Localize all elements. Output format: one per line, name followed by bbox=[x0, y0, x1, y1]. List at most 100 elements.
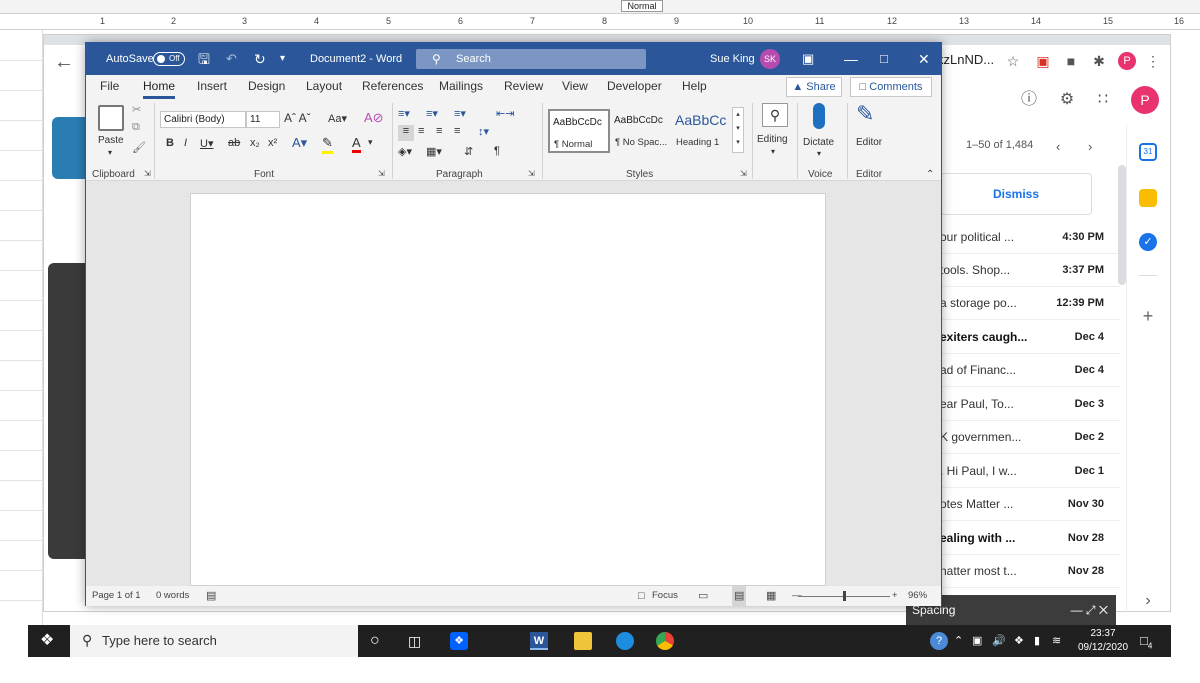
expand-panel-icon[interactable]: › bbox=[1139, 592, 1157, 610]
dictate-button[interactable]: Dictate bbox=[803, 137, 834, 148]
align-right-icon[interactable]: ≡ bbox=[436, 125, 442, 137]
volume-icon[interactable]: 🔊 bbox=[992, 632, 1010, 650]
back-arrow-icon[interactable]: ← bbox=[54, 51, 78, 75]
next-page-icon[interactable]: › bbox=[1088, 139, 1092, 154]
focus-button[interactable]: Focus bbox=[652, 586, 678, 606]
change-case-icon[interactable]: Aa▾ bbox=[328, 112, 347, 125]
edge-icon[interactable] bbox=[616, 632, 634, 650]
mail-scrollbar[interactable] bbox=[1118, 165, 1126, 285]
dropbox-icon[interactable]: ❖ bbox=[450, 632, 468, 650]
cut-icon[interactable]: ✂ bbox=[132, 103, 141, 116]
tab-help[interactable]: Help bbox=[682, 75, 707, 99]
mail-row[interactable]: . Hi Paul, I w... Dec 1 bbox=[940, 455, 1120, 488]
dictate-dropdown-icon[interactable]: ▾ bbox=[817, 149, 821, 158]
zoom-in-icon[interactable]: + bbox=[892, 586, 898, 606]
tab-view[interactable]: View bbox=[562, 75, 588, 99]
microphone-icon[interactable] bbox=[813, 103, 825, 129]
gmail-account-avatar[interactable]: P bbox=[1131, 86, 1159, 114]
mail-row[interactable]: a storage po... 12:39 PM bbox=[940, 287, 1120, 320]
paragraph-dialog-icon[interactable]: ⇲ bbox=[528, 169, 535, 178]
web-layout-icon[interactable]: ▦ bbox=[766, 586, 776, 606]
bullets-icon[interactable]: ≡▾ bbox=[398, 107, 410, 120]
wifi-icon[interactable]: ≋ bbox=[1052, 632, 1070, 650]
style-no-spacing[interactable]: AaBbCcDc ¶ No Spac... bbox=[611, 109, 673, 153]
taskbar-search-input[interactable]: Type here to search bbox=[70, 625, 358, 657]
maximize-icon[interactable]: □ bbox=[880, 43, 888, 75]
bold-icon[interactable]: B bbox=[166, 137, 174, 149]
undo-icon[interactable]: ↶ bbox=[226, 43, 237, 75]
mail-row[interactable]: natter most t... Nov 28 bbox=[940, 555, 1120, 588]
comments-button[interactable]: □ Comments bbox=[850, 77, 932, 97]
tab-mailings[interactable]: Mailings bbox=[439, 75, 483, 99]
highlight-icon[interactable]: ✎ bbox=[322, 135, 333, 154]
cortana-icon[interactable]: ○ bbox=[370, 632, 388, 650]
file-explorer-icon[interactable] bbox=[574, 632, 592, 650]
indent-icon[interactable]: ⇤⇥ bbox=[496, 107, 514, 120]
shading-icon[interactable]: ◈▾ bbox=[398, 145, 412, 158]
tab-review[interactable]: Review bbox=[504, 75, 543, 99]
tab-references[interactable]: References bbox=[362, 75, 423, 99]
keep-icon[interactable] bbox=[1139, 189, 1157, 207]
align-left-icon[interactable]: ≡ bbox=[398, 125, 414, 141]
star-icon[interactable]: ☆ bbox=[1004, 52, 1022, 70]
chrome-profile-avatar[interactable]: P bbox=[1118, 52, 1136, 70]
collapse-ribbon-icon[interactable]: ⌃ bbox=[926, 169, 934, 180]
apps-grid-icon[interactable]: ∷ bbox=[1094, 91, 1112, 109]
save-icon[interactable]: 🖫 bbox=[198, 43, 210, 75]
line-spacing-icon[interactable]: ↕▾ bbox=[478, 125, 489, 138]
mail-row[interactable]: tools. Shop... 3:37 PM bbox=[940, 254, 1120, 287]
subscript-icon[interactable]: x₂ bbox=[250, 137, 260, 149]
word-count[interactable]: 0 words bbox=[156, 586, 189, 606]
proofing-icon[interactable]: ▤ bbox=[206, 586, 216, 606]
show-formatting-icon[interactable]: ¶ bbox=[494, 145, 500, 157]
superscript-icon[interactable]: x² bbox=[268, 137, 277, 149]
redo-icon[interactable]: ↻ bbox=[254, 43, 266, 75]
editing-button[interactable]: Editing bbox=[757, 134, 788, 145]
clear-formatting-icon[interactable]: A⊘ bbox=[364, 110, 384, 126]
extension-icon[interactable]: ■ bbox=[1062, 52, 1080, 70]
editor-pen-icon[interactable]: ✎ bbox=[856, 101, 874, 127]
underline-icon[interactable]: U▾ bbox=[200, 137, 213, 150]
puzzle-extensions-icon[interactable]: ✱ bbox=[1090, 52, 1108, 70]
font-color-dropdown-icon[interactable]: ▾ bbox=[368, 137, 373, 148]
strikethrough-icon[interactable]: ab bbox=[228, 137, 240, 149]
word-taskbar-icon[interactable]: W bbox=[530, 632, 548, 650]
chrome-menu-icon[interactable]: ⋮ bbox=[1144, 52, 1162, 70]
task-view-icon[interactable]: ◫ bbox=[408, 632, 426, 650]
editing-dropdown-icon[interactable]: ▾ bbox=[771, 147, 775, 156]
copy-icon[interactable]: ⧉ bbox=[132, 121, 140, 134]
autosave-toggle[interactable]: Off bbox=[153, 52, 185, 66]
windows-start-icon[interactable]: ❖ bbox=[40, 632, 58, 650]
paste-button[interactable]: Paste bbox=[98, 135, 124, 146]
numbering-icon[interactable]: ≡▾ bbox=[426, 107, 438, 120]
zoom-slider-thumb[interactable] bbox=[843, 591, 846, 601]
document-page[interactable] bbox=[190, 193, 826, 586]
settings-gear-icon[interactable]: ⚙ bbox=[1058, 91, 1076, 109]
customize-toolbar-icon[interactable]: ▾ bbox=[280, 43, 285, 75]
mail-row[interactable]: ear Paul, To... Dec 3 bbox=[940, 388, 1120, 421]
dropbox-tray-icon[interactable]: ❖ bbox=[1014, 632, 1032, 650]
print-layout-icon[interactable]: ▤ bbox=[732, 586, 747, 606]
style-normal[interactable]: AaBbCcDc ¶ Normal bbox=[548, 109, 610, 153]
justify-icon[interactable]: ≡ bbox=[454, 125, 460, 137]
share-button[interactable]: ▲ Share bbox=[786, 77, 842, 97]
italic-icon[interactable]: I bbox=[184, 137, 187, 149]
style-heading1[interactable]: AaBbCc Heading 1 bbox=[672, 109, 734, 153]
format-painter-icon[interactable]: 🖌 bbox=[132, 141, 146, 154]
paste-dropdown-icon[interactable]: ▾ bbox=[108, 148, 112, 157]
minimize-icon[interactable]: — bbox=[844, 43, 858, 75]
ribbon-display-icon[interactable]: ▣ bbox=[802, 43, 814, 75]
text-effects-icon[interactable]: A▾ bbox=[292, 135, 307, 151]
dismiss-button[interactable]: Dismiss bbox=[940, 173, 1092, 215]
mail-row[interactable]: exiters caugh... Dec 4 bbox=[940, 321, 1120, 354]
extension-pocket-icon[interactable]: ▣ bbox=[1034, 52, 1052, 70]
grow-font-icon[interactable]: Aˆ Aˇ bbox=[284, 111, 311, 125]
tab-home[interactable]: Home bbox=[143, 75, 176, 99]
tasks-icon[interactable]: ✓ bbox=[1139, 233, 1157, 251]
user-avatar[interactable]: SK bbox=[760, 49, 780, 69]
popup-controls-icon[interactable]: — ⤢ ✕ bbox=[1071, 595, 1108, 625]
font-size-dropdown[interactable]: 11 bbox=[246, 111, 280, 128]
font-dialog-icon[interactable]: ⇲ bbox=[378, 169, 385, 178]
mail-row[interactable]: our political ... 4:30 PM bbox=[940, 221, 1120, 254]
tab-design[interactable]: Design bbox=[248, 75, 285, 99]
